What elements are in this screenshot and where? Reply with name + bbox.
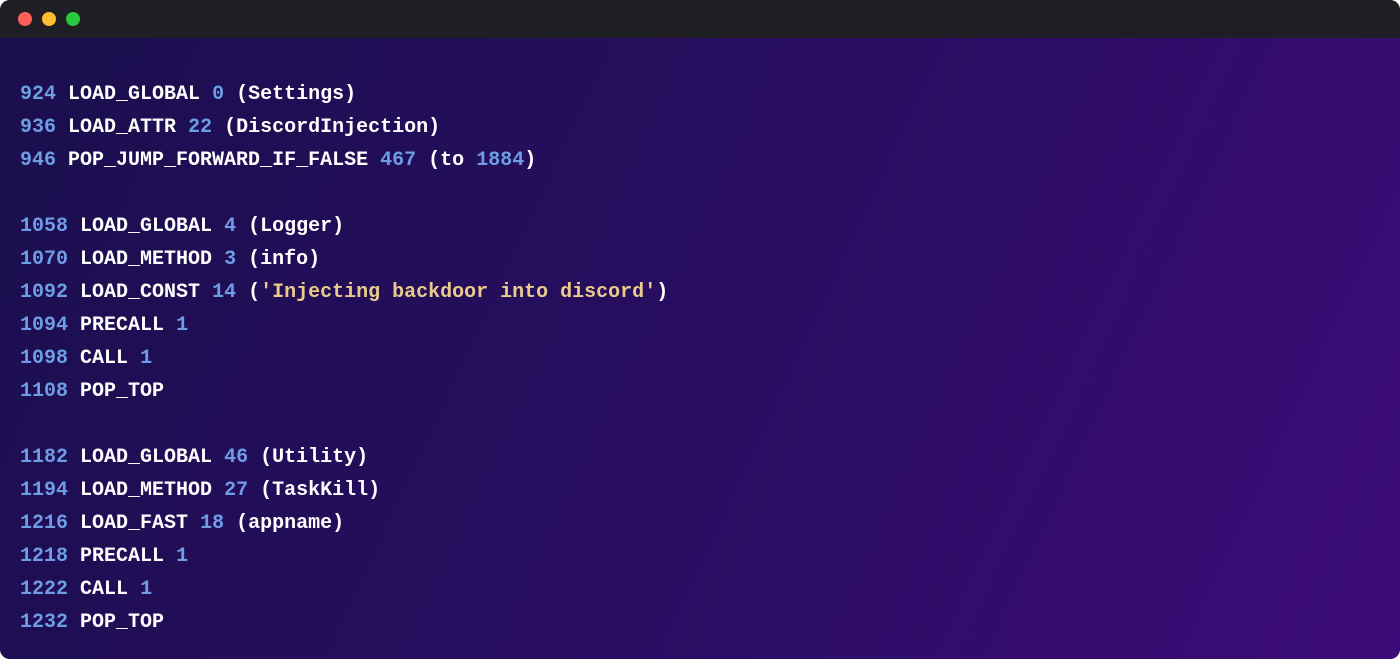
bytecode-line: 1094 PRECALL 1 (20, 309, 1380, 342)
blank-line (20, 408, 1380, 441)
paren-open: ( (260, 446, 272, 469)
offset: 946 (20, 149, 56, 172)
paren-open: ( (248, 215, 260, 238)
operand-label: Utility (272, 446, 356, 469)
jump-prefix: to (440, 149, 464, 172)
paren-open: ( (428, 149, 440, 172)
blank-line (20, 177, 1380, 210)
bytecode-line: 924 LOAD_GLOBAL 0 (Settings) (20, 78, 1380, 111)
bytecode-line: 1108 POP_TOP (20, 375, 1380, 408)
bytecode-line: 936 LOAD_ATTR 22 (DiscordInjection) (20, 111, 1380, 144)
offset: 1222 (20, 578, 68, 601)
arg: 1 (140, 578, 152, 601)
paren-close: ) (332, 215, 344, 238)
arg: 46 (224, 446, 248, 469)
offset: 936 (20, 116, 56, 139)
arg: 4 (224, 215, 236, 238)
paren-open: ( (236, 83, 248, 106)
bytecode-line: 1098 CALL 1 (20, 342, 1380, 375)
titlebar[interactable] (0, 0, 1400, 38)
close-icon[interactable] (18, 12, 32, 26)
arg: 1 (176, 314, 188, 337)
offset: 924 (20, 83, 56, 106)
operand-label: TaskKill (272, 479, 368, 502)
bytecode-line: 946 POP_JUMP_FORWARD_IF_FALSE 467 (to 18… (20, 144, 1380, 177)
offset: 1098 (20, 347, 68, 370)
opcode: LOAD_FAST (80, 512, 188, 535)
arg: 467 (380, 149, 416, 172)
arg: 0 (212, 83, 224, 106)
arg: 1 (140, 347, 152, 370)
operand-label: Logger (260, 215, 332, 238)
opcode: PRECALL (80, 545, 164, 568)
paren-close: ) (332, 512, 344, 535)
operand-label: 'Injecting backdoor into discord' (260, 281, 656, 304)
paren-close: ) (356, 446, 368, 469)
bytecode-line: 1232 POP_TOP (20, 606, 1380, 639)
paren-open: ( (248, 281, 260, 304)
opcode: POP_TOP (80, 611, 164, 634)
paren-close: ) (656, 281, 668, 304)
offset: 1070 (20, 248, 68, 271)
arg: 27 (224, 479, 248, 502)
bytecode-line: 1182 LOAD_GLOBAL 46 (Utility) (20, 441, 1380, 474)
zoom-icon[interactable] (66, 12, 80, 26)
opcode: LOAD_CONST (80, 281, 200, 304)
paren-close: ) (368, 479, 380, 502)
opcode: LOAD_ATTR (68, 116, 176, 139)
bytecode-line: 1058 LOAD_GLOBAL 4 (Logger) (20, 210, 1380, 243)
operand-label: DiscordInjection (236, 116, 428, 139)
bytecode-line: 1194 LOAD_METHOD 27 (TaskKill) (20, 474, 1380, 507)
offset: 1092 (20, 281, 68, 304)
jump-target: 1884 (476, 149, 524, 172)
code-viewport: 924 LOAD_GLOBAL 0 (Settings)936 LOAD_ATT… (0, 38, 1400, 659)
operand-label: info (260, 248, 308, 271)
arg: 1 (176, 545, 188, 568)
paren-open: ( (260, 479, 272, 502)
offset: 1218 (20, 545, 68, 568)
paren-close: ) (524, 149, 536, 172)
operand-label: appname (248, 512, 332, 535)
offset: 1094 (20, 314, 68, 337)
offset: 1232 (20, 611, 68, 634)
arg: 22 (188, 116, 212, 139)
arg: 14 (212, 281, 236, 304)
paren-close: ) (308, 248, 320, 271)
operand-label: Settings (248, 83, 344, 106)
opcode: LOAD_METHOD (80, 479, 212, 502)
opcode: LOAD_METHOD (80, 248, 212, 271)
bytecode-line: 1218 PRECALL 1 (20, 540, 1380, 573)
arg: 3 (224, 248, 236, 271)
bytecode-line: 1216 LOAD_FAST 18 (appname) (20, 507, 1380, 540)
offset: 1194 (20, 479, 68, 502)
opcode: LOAD_GLOBAL (80, 215, 212, 238)
bytecode-line: 1222 CALL 1 (20, 573, 1380, 606)
paren-close: ) (344, 83, 356, 106)
opcode: POP_JUMP_FORWARD_IF_FALSE (68, 149, 368, 172)
minimize-icon[interactable] (42, 12, 56, 26)
opcode: CALL (80, 347, 128, 370)
opcode: CALL (80, 578, 128, 601)
paren-close: ) (428, 116, 440, 139)
opcode: POP_TOP (80, 380, 164, 403)
terminal-window: 924 LOAD_GLOBAL 0 (Settings)936 LOAD_ATT… (0, 0, 1400, 659)
paren-open: ( (224, 116, 236, 139)
opcode: LOAD_GLOBAL (80, 446, 212, 469)
bytecode-line: 1070 LOAD_METHOD 3 (info) (20, 243, 1380, 276)
offset: 1058 (20, 215, 68, 238)
paren-open: ( (248, 248, 260, 271)
arg: 18 (200, 512, 224, 535)
paren-open: ( (236, 512, 248, 535)
offset: 1182 (20, 446, 68, 469)
opcode: PRECALL (80, 314, 164, 337)
opcode: LOAD_GLOBAL (68, 83, 200, 106)
offset: 1108 (20, 380, 68, 403)
bytecode-line: 1092 LOAD_CONST 14 ('Injecting backdoor … (20, 276, 1380, 309)
offset: 1216 (20, 512, 68, 535)
